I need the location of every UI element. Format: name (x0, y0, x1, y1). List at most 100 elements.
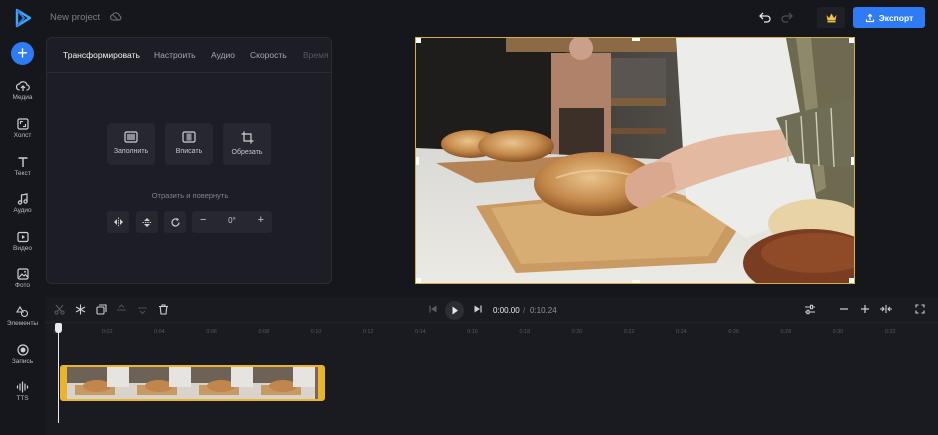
transform-panel: Трансформировать Настроить Аудио Скорост… (46, 37, 332, 284)
preview-frame-image (416, 38, 854, 283)
resize-handle-right[interactable] (851, 157, 854, 165)
fit-timeline-icon[interactable] (879, 304, 893, 314)
sidebar-item-audio[interactable]: Аудио (0, 193, 45, 227)
video-editor: + Медиа Холст Текст Аудио Видео Фото Эле… (0, 0, 938, 435)
resize-handle-br[interactable] (849, 278, 854, 283)
skip-forward-icon[interactable] (473, 304, 483, 314)
video-play-icon (16, 231, 29, 243)
ruler-tick-label: 0:24 (676, 329, 687, 335)
ruler-tick-label: 0:20 (571, 329, 583, 335)
panel-tabs: Трансформировать Настроить Аудио Скорост… (47, 38, 331, 73)
rotate-button[interactable] (164, 211, 186, 233)
sidebar-item-photo[interactable]: Фото (0, 268, 45, 302)
move-up-icon[interactable] (116, 304, 127, 315)
clip-thumbnail (191, 367, 253, 399)
flip-vertical-button[interactable] (136, 211, 158, 233)
sidebar-item-label: Запись (11, 358, 34, 365)
timeline-toolbar: 0:00.00 / 0:10.24 (45, 297, 938, 323)
fullscreen-icon[interactable] (915, 304, 925, 314)
play-button[interactable] (445, 301, 464, 320)
fit-icon (182, 131, 196, 143)
music-note-icon (17, 193, 28, 205)
project-title[interactable]: New project (50, 12, 100, 23)
zoom-in-icon[interactable] (860, 304, 870, 314)
flip-horizontal-icon (113, 217, 123, 227)
resize-handle-tr[interactable] (849, 38, 854, 43)
ruler-tick-label: 0:04 (154, 329, 165, 335)
left-sidebar: + Медиа Холст Текст Аудио Видео Фото Эле… (0, 0, 45, 435)
timeline-ruler[interactable]: 00:020:040:060:080:100:120:140:160:180:2… (45, 324, 938, 338)
skip-back-icon[interactable] (428, 304, 438, 314)
tracks-settings-icon[interactable] (804, 304, 816, 315)
fill-icon (124, 131, 138, 143)
scissors-icon[interactable] (54, 304, 65, 315)
sidebar-item-label: Холст (13, 132, 32, 139)
rotation-increase-button[interactable]: + (258, 214, 264, 226)
ruler-tick-label: 0:14 (415, 329, 426, 335)
tab-speed[interactable]: Скорость (250, 50, 287, 60)
playhead[interactable] (58, 327, 59, 423)
resize-handle-bl[interactable] (416, 278, 421, 283)
fit-button[interactable]: Вписать (165, 123, 213, 165)
redo-icon[interactable] (780, 10, 794, 24)
sidebar-item-label: Элементы (6, 320, 39, 327)
current-time: 0:00.00 (493, 306, 520, 315)
undo-icon[interactable] (758, 10, 772, 24)
rotation-value[interactable]: 0° (218, 216, 246, 225)
crop-button[interactable]: Обрезать (223, 123, 271, 165)
app-logo-icon[interactable] (13, 8, 33, 28)
resize-handle-tl[interactable] (416, 38, 421, 43)
resize-handle-bottom[interactable] (632, 280, 640, 283)
tab-transform[interactable]: Трансформировать (63, 50, 140, 60)
shapes-icon (16, 306, 29, 318)
ruler-tick-label: 0:06 (206, 329, 217, 335)
resize-handle-top[interactable] (632, 38, 640, 41)
sidebar-item-elements[interactable]: Элементы (0, 306, 45, 340)
sidebar-item-label: TTS (16, 395, 29, 402)
rotation-decrease-button[interactable]: − (200, 214, 206, 226)
sound-wave-icon (16, 381, 29, 393)
text-icon (18, 157, 27, 167)
sidebar-item-video[interactable]: Видео (0, 231, 45, 265)
fill-label: Заполнить (113, 148, 149, 155)
fit-label: Вписать (175, 148, 203, 155)
tab-audio[interactable]: Аудио (211, 50, 235, 60)
add-media-button[interactable]: + (11, 42, 34, 65)
premium-button[interactable] (817, 7, 845, 28)
sidebar-item-label: Аудио (13, 207, 32, 214)
rotate-icon (170, 217, 180, 226)
crop-icon (241, 131, 253, 144)
sidebar-item-canvas[interactable]: Холст (0, 118, 45, 152)
sidebar-item-label: Текст (14, 170, 31, 177)
trash-icon[interactable] (158, 304, 169, 315)
ruler-tick-label: 0:22 (623, 329, 635, 335)
sidebar-item-record[interactable]: Запись (0, 344, 45, 378)
sidebar-item-label: Фото (15, 282, 30, 289)
move-down-icon[interactable] (137, 304, 148, 315)
zoom-out-icon[interactable] (839, 304, 849, 314)
export-button[interactable]: Экспорт (853, 7, 925, 28)
fill-button[interactable]: Заполнить (107, 123, 155, 165)
ruler-tick-label: 0:30 (832, 329, 844, 335)
sidebar-item-media[interactable]: Медиа (0, 80, 45, 114)
resize-handle-left[interactable] (416, 157, 419, 165)
flip-horizontal-button[interactable] (107, 211, 129, 233)
sidebar-item-text[interactable]: Текст (0, 156, 45, 190)
clip-trim-handle-right[interactable] (318, 367, 323, 399)
duplicate-icon[interactable] (96, 304, 107, 315)
crop-label: Обрезать (231, 149, 263, 156)
tab-adjust[interactable]: Настроить (154, 50, 196, 60)
sidebar-item-label: Медиа (12, 94, 33, 101)
video-preview[interactable] (415, 37, 855, 284)
image-icon (16, 268, 29, 280)
video-clip[interactable] (60, 365, 325, 401)
playhead-handle[interactable] (55, 323, 62, 333)
cloud-upload-icon (15, 81, 30, 91)
tab-time[interactable]: Время (303, 50, 329, 60)
sidebar-item-tts[interactable]: TTS (0, 381, 45, 415)
clip-thumbnail (129, 367, 191, 399)
freeze-icon[interactable] (75, 304, 86, 315)
clip-thumbnail (67, 367, 129, 399)
rotation-stepper[interactable]: − 0° + (192, 211, 272, 233)
ruler-tick-label: 0:28 (780, 329, 792, 335)
